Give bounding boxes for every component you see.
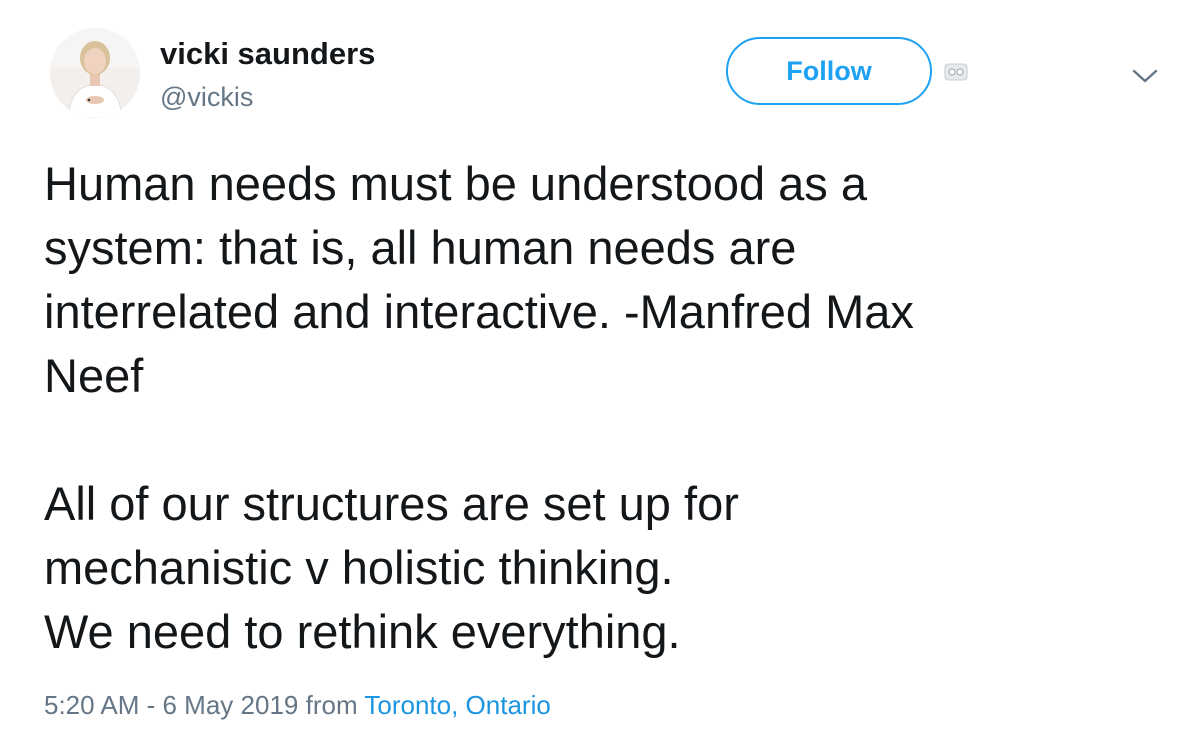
tweet-text-line: Human needs must be understood as a	[44, 157, 868, 210]
user-handle[interactable]: @vickis	[160, 82, 253, 113]
profile-photo-icon	[50, 28, 140, 118]
follow-button[interactable]: Follow	[726, 37, 932, 105]
paragraph-break	[44, 408, 1154, 472]
tweet-metadata: 5:20 AM - 6 May 2019 from Toronto, Ontar…	[44, 690, 551, 721]
chevron-down-icon[interactable]	[1128, 64, 1162, 88]
tweet-text-line: All of our structures are set up for	[44, 477, 739, 530]
tweet-text-line: system: that is, all human needs are	[44, 221, 797, 274]
tweet-text: Human needs must be understood as a syst…	[44, 152, 1154, 664]
tweet-text-line: We need to rethink everything.	[44, 605, 681, 658]
browser-extension-icon[interactable]	[944, 62, 968, 82]
tweet-text-line: mechanistic v holistic thinking.	[44, 541, 674, 594]
tweet-card: vicki saunders @vickis Follow Human need…	[0, 0, 1194, 750]
from-label: from	[305, 690, 358, 720]
tweet-text-line: Neef	[44, 349, 144, 402]
tweet-timestamp[interactable]: 5:20 AM - 6 May 2019	[44, 690, 298, 720]
tweet-text-line: interrelated and interactive. -Manfred M…	[44, 285, 914, 338]
display-name[interactable]: vicki saunders	[160, 36, 375, 72]
tweet-location-link[interactable]: Toronto, Ontario	[364, 690, 550, 720]
avatar[interactable]	[50, 28, 140, 118]
